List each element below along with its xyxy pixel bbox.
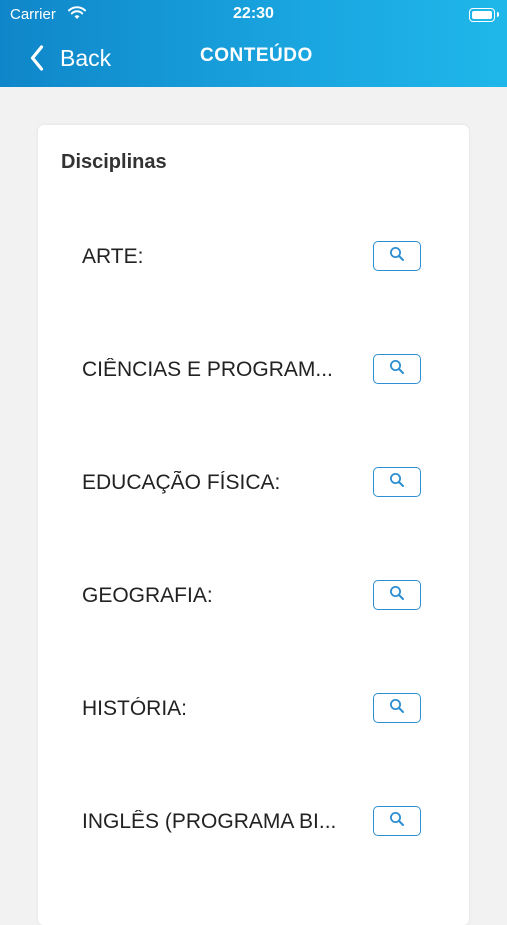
subject-label: CIÊNCIAS E PROGRAM... bbox=[82, 358, 333, 381]
search-button[interactable] bbox=[373, 241, 421, 271]
search-icon bbox=[389, 585, 405, 606]
list-item: CIÊNCIAS E PROGRAM... bbox=[38, 340, 469, 400]
search-button[interactable] bbox=[373, 580, 421, 610]
back-button[interactable]: Back bbox=[30, 40, 111, 76]
search-button[interactable] bbox=[373, 806, 421, 836]
list-item: ARTE: bbox=[38, 227, 469, 287]
search-icon bbox=[389, 472, 405, 493]
back-label: Back bbox=[60, 44, 112, 71]
search-button[interactable] bbox=[373, 467, 421, 497]
subject-label: GEOGRAFIA: bbox=[82, 584, 213, 607]
search-icon bbox=[389, 246, 405, 267]
search-icon bbox=[389, 359, 405, 380]
status-time: 22:30 bbox=[233, 5, 274, 22]
subject-label: INGLÊS (PROGRAMA BI... bbox=[82, 810, 337, 833]
subjects-card: Disciplinas ARTE: CIÊNCIAS E PROGRAM... … bbox=[38, 125, 469, 925]
page-title: CONTEÚDO bbox=[200, 45, 313, 66]
app-header: Carrier 22:30 Back CONTEÚDO bbox=[0, 0, 507, 87]
subject-label: ARTE: bbox=[82, 245, 144, 268]
list-item: EDUCAÇÃO FÍSICA: bbox=[38, 453, 469, 513]
navigation-bar: Back CONTEÚDO bbox=[0, 30, 507, 87]
list-item: GEOGRAFIA: bbox=[38, 566, 469, 626]
search-button[interactable] bbox=[373, 354, 421, 384]
search-icon bbox=[389, 811, 405, 832]
status-bar: Carrier 22:30 bbox=[0, 0, 507, 30]
battery-icon bbox=[469, 8, 499, 22]
section-title: Disciplinas bbox=[61, 151, 167, 173]
list-item: HISTÓRIA: bbox=[38, 679, 469, 739]
search-button[interactable] bbox=[373, 693, 421, 723]
search-icon bbox=[389, 698, 405, 719]
subject-label: EDUCAÇÃO FÍSICA: bbox=[82, 471, 281, 494]
subject-label: HISTÓRIA: bbox=[82, 697, 188, 720]
chevron-left-icon bbox=[30, 45, 44, 71]
list-item: INGLÊS (PROGRAMA BI... bbox=[38, 792, 469, 852]
